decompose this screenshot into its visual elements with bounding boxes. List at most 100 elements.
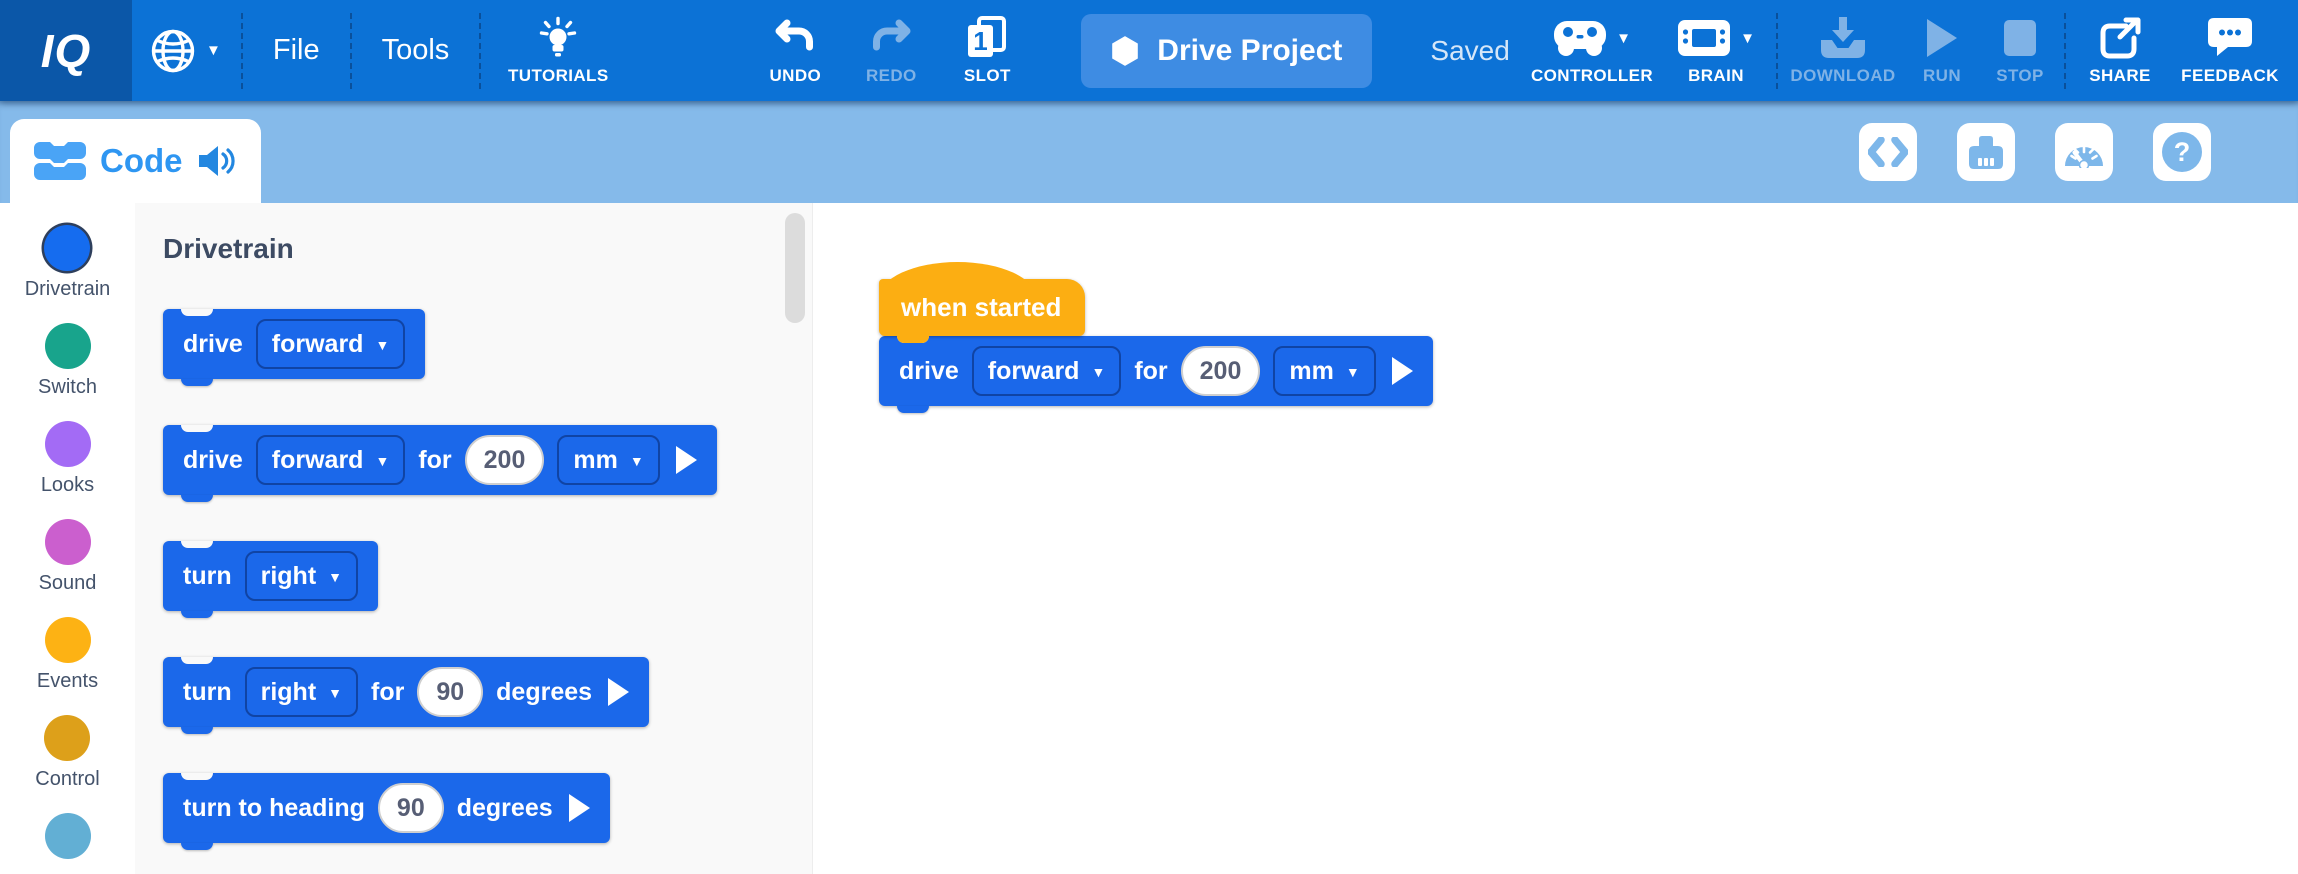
help-button[interactable]: ?	[2153, 123, 2211, 181]
category-label: Sound	[39, 572, 97, 596]
block-number-input[interactable]: 200	[465, 435, 545, 485]
block-label: degrees	[457, 794, 553, 823]
device-manager-button[interactable]	[1957, 123, 2015, 181]
block-dropdown[interactable]: forward ▼	[256, 435, 406, 485]
when-started-hat-block[interactable]: when started	[879, 279, 1085, 336]
menu-file[interactable]: File	[243, 34, 350, 67]
undo-button[interactable]: UNDO	[747, 15, 843, 86]
redo-button[interactable]: REDO	[843, 15, 939, 86]
tab-code[interactable]: Code	[10, 119, 261, 203]
category-circle-icon[interactable]	[45, 617, 91, 663]
brain-label: BRAIN	[1688, 66, 1744, 86]
block-number-input[interactable]: 200	[1181, 346, 1261, 396]
block-dropdown[interactable]: forward▼	[256, 319, 406, 369]
code-viewer-button[interactable]	[1859, 123, 1917, 181]
code-block[interactable]: driveforward▼for200mm▼	[879, 336, 1433, 406]
sidebar-item-events[interactable]: Events	[37, 617, 98, 694]
code-block[interactable]: driveforward▼	[163, 309, 425, 379]
brain-button[interactable]: ▼ BRAIN	[1666, 15, 1766, 86]
category-label: Looks	[41, 474, 94, 498]
feedback-label: FEEDBACK	[2181, 66, 2279, 86]
dropdown-value: mm	[573, 446, 617, 475]
sidebar-item-switch[interactable]: Switch	[38, 323, 97, 400]
project-name-button[interactable]: Drive Project	[1081, 14, 1372, 88]
workspace-canvas[interactable]: when started driveforward▼for200mm▼	[813, 203, 2298, 874]
stop-button[interactable]: STOP	[1986, 15, 2054, 86]
feedback-button[interactable]: FEEDBACK	[2174, 15, 2286, 86]
code-block[interactable]: turn right▼	[163, 541, 378, 611]
palette-scrollbar-thumb[interactable]	[785, 213, 805, 323]
slot-button[interactable]: 1 SLOT	[939, 15, 1035, 86]
app-logo: IQ	[0, 0, 132, 101]
download-button[interactable]: DOWNLOAD	[1788, 15, 1898, 86]
block-label: turn	[183, 562, 232, 591]
block-dropdown[interactable]: forward▼	[972, 346, 1122, 396]
block-dropdown[interactable]: mm ▼	[1273, 346, 1375, 396]
tabbar-tools: ?	[1859, 123, 2211, 181]
main-content: DrivetrainSwitchLooksSoundEventsControl …	[0, 203, 2298, 874]
block-expand-arrow-icon[interactable]	[676, 446, 697, 474]
code-view-icon	[1868, 137, 1908, 167]
code-block[interactable]: turnright▼for90degrees	[163, 657, 649, 727]
dashboard-button[interactable]	[2055, 123, 2113, 181]
category-circle-icon[interactable]	[45, 421, 91, 467]
chevron-down-icon: ▼	[630, 453, 644, 469]
sidebar-item-sound[interactable]: Sound	[39, 519, 97, 596]
run-button[interactable]: RUN	[1908, 15, 1976, 86]
redo-icon	[870, 15, 912, 61]
category-label: Events	[37, 670, 98, 694]
share-button[interactable]: SHARE	[2076, 15, 2164, 86]
controller-label: CONTROLLER	[1531, 66, 1653, 86]
topbar: IQ ▼ File Tools TUTORIALS	[0, 0, 2298, 101]
hexagon-icon	[1111, 35, 1139, 67]
dropdown-value: forward	[272, 446, 364, 475]
feedback-icon	[2207, 15, 2253, 61]
speaker-icon[interactable]	[197, 143, 237, 179]
tutorials-button[interactable]: TUTORIALS	[493, 15, 623, 86]
category-label: Drivetrain	[25, 278, 111, 302]
dropdown-value: right	[261, 562, 317, 591]
tab-code-label: Code	[100, 142, 183, 180]
block-number-input[interactable]: 90	[417, 667, 483, 717]
code-block[interactable]: driveforward▼for200mm▼	[163, 425, 717, 495]
chevron-down-icon: ▼	[375, 453, 389, 469]
chevron-down-icon: ▼	[1616, 31, 1631, 46]
menu-tools[interactable]: Tools	[352, 34, 480, 67]
category-circle-icon[interactable]	[45, 323, 91, 369]
dropdown-value: mm	[1289, 357, 1333, 386]
block-expand-arrow-icon[interactable]	[569, 794, 590, 822]
chevron-down-icon: ▼	[1346, 364, 1360, 380]
controller-button[interactable]: ▼ CONTROLLER	[1528, 15, 1656, 86]
block-dropdown[interactable]: mm ▼	[557, 435, 659, 485]
sidebar-item-drivetrain[interactable]: Drivetrain	[25, 225, 111, 302]
slot-label: SLOT	[964, 66, 1011, 86]
globe-icon	[150, 28, 196, 74]
brain-icon	[1677, 19, 1731, 57]
block-dropdown[interactable]: right▼	[245, 667, 358, 717]
category-circle-icon[interactable]	[44, 225, 90, 271]
block-label: for	[1134, 357, 1167, 386]
topbar-separator	[479, 13, 481, 89]
category-circle-icon[interactable]	[45, 813, 91, 859]
block-dropdown[interactable]: right▼	[245, 551, 358, 601]
sidebar-item-category-6[interactable]	[45, 813, 91, 874]
dashboard-icon	[2063, 136, 2105, 168]
sidebar-categories: Drivetrain Switch Looks Sound Events Control	[0, 203, 135, 874]
language-menu-button[interactable]: ▼	[150, 28, 221, 74]
block-label: turn	[183, 678, 232, 707]
lightbulb-icon	[537, 15, 579, 61]
sidebar-item-control[interactable]: Control	[35, 715, 99, 792]
category-circle-icon[interactable]	[45, 519, 91, 565]
run-icon	[1927, 15, 1957, 61]
slot-icon: 1	[966, 15, 1008, 61]
block-expand-arrow-icon[interactable]	[608, 678, 629, 706]
sidebar-item-looks[interactable]: Looks	[41, 421, 94, 498]
code-block[interactable]: turn to heading90degrees	[163, 773, 610, 843]
block-expand-arrow-icon[interactable]	[1392, 357, 1413, 385]
chevron-down-icon: ▼	[328, 685, 342, 701]
category-circle-icon[interactable]	[44, 715, 90, 761]
block-number-input[interactable]: 90	[378, 783, 444, 833]
topbar-separator	[1776, 13, 1778, 89]
blocks-icon	[34, 142, 86, 180]
canvas-stack-block: driveforward▼for200mm▼	[879, 336, 1433, 406]
